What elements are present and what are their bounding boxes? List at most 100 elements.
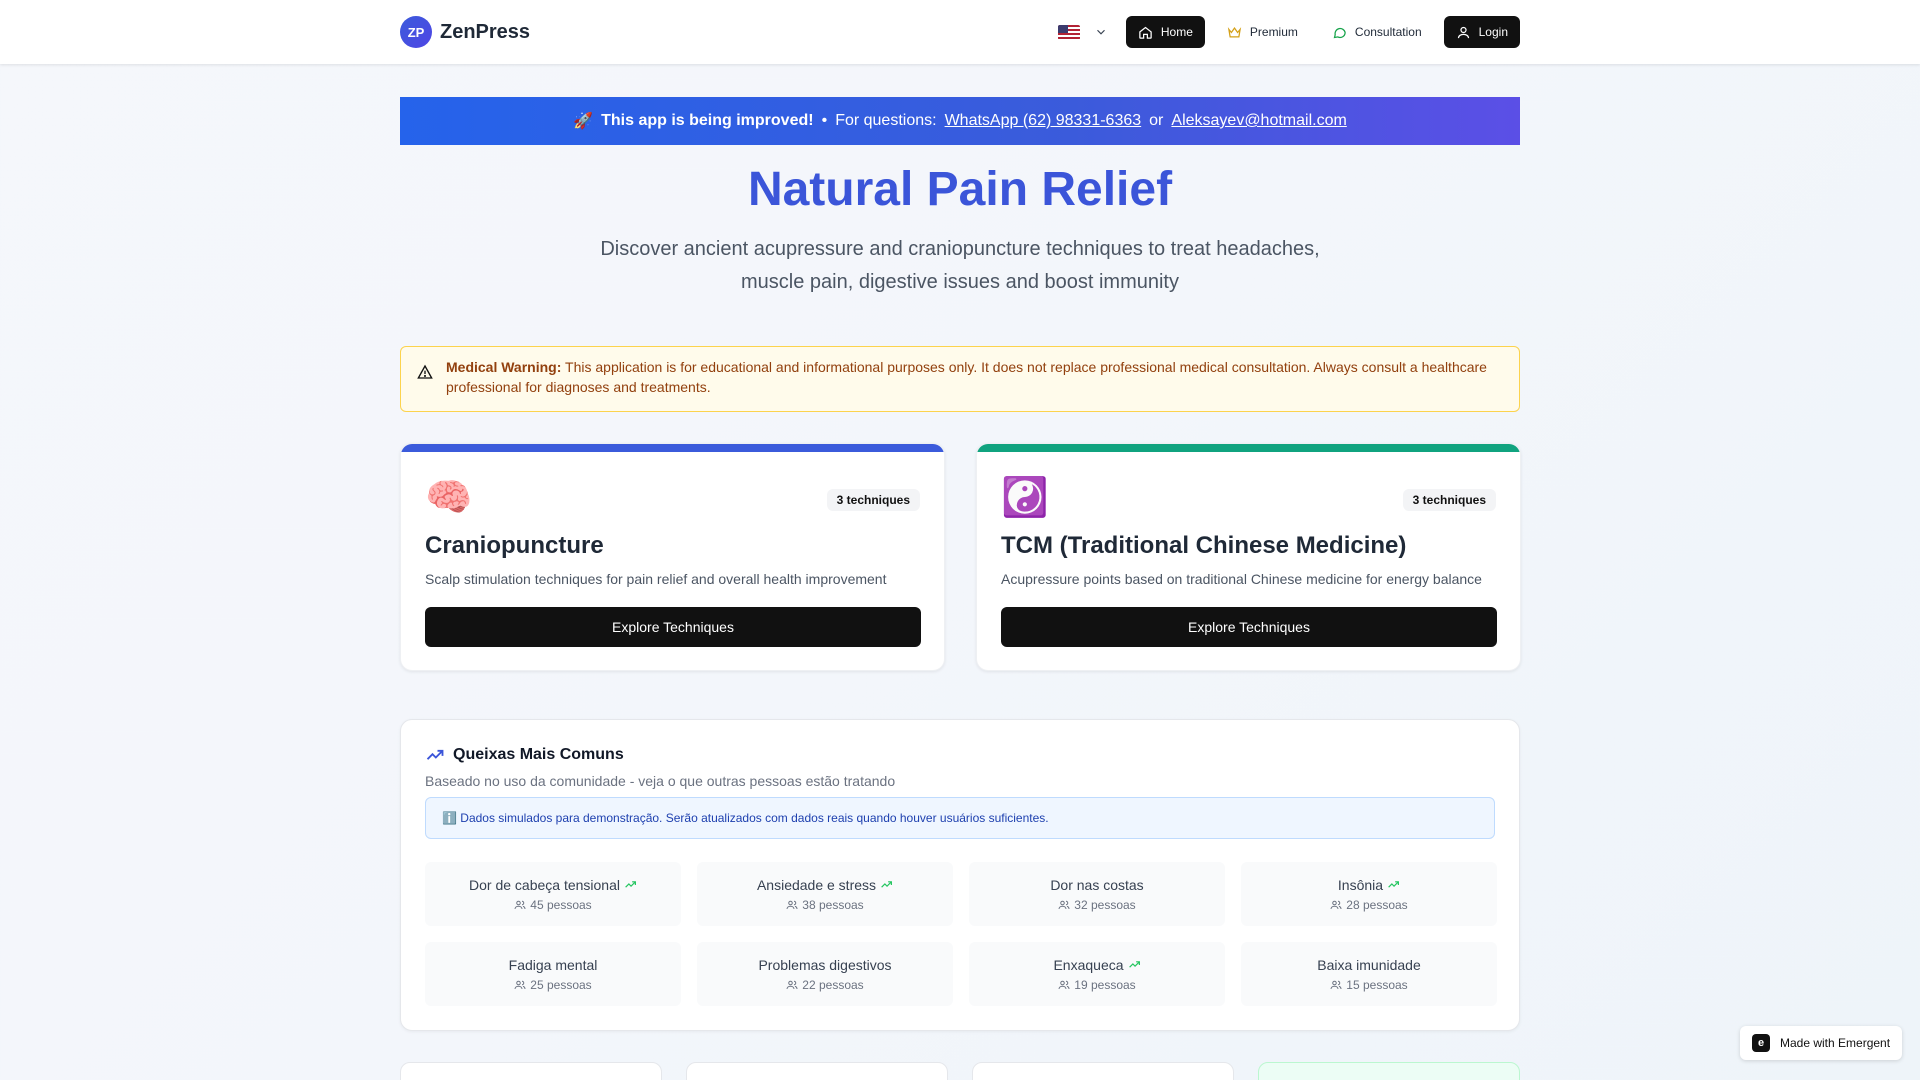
made-with-label: Made with Emergent [1780,1036,1891,1050]
user-icon [1457,26,1469,38]
complaint-name-row: Insônia [1338,877,1400,893]
trending-up-icon [881,881,893,888]
techniques-badge: 3 techniques [826,489,920,511]
email-link[interactable]: Aleksayev@hotmail.com [1171,112,1346,130]
card-accent-strip [401,444,944,452]
chat-icon [1333,27,1346,38]
complaint-name-row: Enxaqueca [1053,957,1140,973]
complaint-count: 22 pessoas [802,977,864,992]
us-flag-icon [1057,24,1080,40]
complaint-name: Fadiga mental [508,956,598,973]
bottom-card [400,1062,662,1080]
premium-button[interactable]: Premium [1215,16,1310,48]
card-title: TCM (Traditional Chinese Medicine) [1001,532,1407,559]
bottom-card [686,1062,948,1080]
card-description: Scalp stimulation techniques for pain re… [425,571,887,587]
announcement-banner: 🚀 This app is being improved! • For ques… [400,97,1520,145]
card-description: Acupressure points based on traditional … [1001,571,1482,587]
complaints-subtitle: Baseado no uso da comunidade - veja o qu… [425,773,896,789]
bottom-card [1258,1062,1520,1080]
complaint-count: 19 pessoas [1074,977,1136,992]
crown-icon [1227,26,1242,37]
brand-logo: ZP [400,16,432,48]
card-title: Craniopuncture [425,532,604,559]
explore-techniques-button[interactable]: Explore Techniques [425,607,921,647]
bottom-card [972,1062,1234,1080]
home-icon [1139,26,1152,39]
users-icon [1058,900,1070,909]
complaint-tile[interactable]: Dor de cabeça tensional 45 pessoas [425,862,681,926]
banner-headline: This app is being improved! [601,112,814,129]
brand[interactable]: ZP ZenPress [400,16,530,48]
complaint-count-row: 28 pessoas [1330,897,1408,912]
complaint-count-row: 45 pessoas [514,897,592,912]
made-with-badge[interactable]: e Made with Emergent [1740,1026,1903,1060]
complaint-tile[interactable]: Dor nas costas 32 pessoas [969,862,1225,926]
yin-yang-icon: ☯️ [1001,477,1049,519]
complaint-tile[interactable]: Enxaqueca 19 pessoas [969,942,1225,1006]
craniopuncture-card: 🧠 3 techniques Craniopuncture Scalp stim… [400,443,945,671]
complaint-name: Enxaqueca [1053,956,1124,973]
banner-bullet: • [821,112,828,129]
complaint-tile[interactable]: Problemas digestivos 22 pessoas [697,942,953,1006]
language-selector[interactable] [1057,24,1108,40]
complaint-count-row: 38 pessoas [786,898,864,912]
complaint-count: 15 pessoas [1346,977,1408,992]
users-icon [1058,980,1070,989]
home-button[interactable]: Home [1125,16,1205,48]
complaint-tile[interactable]: Ansiedade e stress 38 pessoas [697,862,953,926]
nav-menu: Home Premium Consultation Login [1057,16,1520,48]
complaint-name: Dor de cabeça tensional [469,876,620,893]
top-navbar: ZP ZenPress Home Premium Consultation Lo… [0,0,1920,64]
common-complaints-panel: Queixas Mais Comuns Baseado no uso da co… [400,719,1520,1031]
complaint-name-row: Baixa imunidade [1317,957,1421,973]
complaint-tile[interactable]: Baixa imunidade 15 pessoas [1241,942,1497,1006]
complaint-count-row: 25 pessoas [514,977,592,992]
complaint-count-row: 15 pessoas [1330,977,1408,992]
complaint-count-row: 32 pessoas [1058,897,1136,912]
banner-prefix: For questions: [835,112,937,129]
trending-up-icon [625,881,636,888]
card-accent-strip [977,444,1520,452]
brand-name: ZenPress [440,20,531,43]
complaint-name: Baixa imunidade [1317,956,1421,973]
complaint-tile[interactable]: Fadiga mental 25 pessoas [425,942,681,1006]
complaint-name-row: Dor de cabeça tensional [469,877,637,893]
warning-icon [417,364,433,379]
techniques-badge: 3 techniques [1402,489,1496,511]
users-icon [786,900,798,909]
consultation-button[interactable]: Consultation [1320,16,1434,48]
explore-techniques-button[interactable]: Explore Techniques [1001,607,1497,647]
home-label: Home [1160,25,1193,39]
emergent-logo-icon: e [1752,1034,1770,1052]
users-icon [1330,900,1342,909]
banner-or: or [1149,112,1164,129]
complaint-tile[interactable]: Insônia 28 pessoas [1241,862,1497,926]
users-icon [1330,980,1342,989]
complaints-header: Queixas Mais Comuns [425,745,624,765]
complaint-count: 32 pessoas [1074,897,1136,912]
complaint-name: Ansiedade e stress [756,876,877,893]
complaint-count: 28 pessoas [1346,897,1408,912]
chevron-down-icon [1096,29,1105,35]
complaint-name-row: Dor nas costas [1050,877,1143,893]
premium-label: Premium [1249,25,1298,39]
trending-up-icon [1388,881,1400,888]
whatsapp-link[interactable]: WhatsApp (62) 98331-6363 [945,112,1142,130]
rocket-icon: 🚀 [573,113,594,130]
complaint-name-row: Ansiedade e stress [757,877,893,893]
page-subtitle: Discover ancient acupressure and craniop… [600,238,1320,293]
complaint-count-row: 22 pessoas [786,977,864,992]
complaint-name: Problemas digestivos [758,956,892,973]
page-title: Natural Pain Relief [747,163,1173,216]
trending-up-icon [1128,961,1140,968]
complaint-name-row: Fadiga mental [509,957,598,973]
complaint-count: 25 pessoas [530,977,592,992]
login-label: Login [1478,25,1508,39]
users-icon [786,980,798,989]
complaint-count-row: 19 pessoas [1058,977,1136,992]
complaint-count: 45 pessoas [530,897,592,912]
warning-text: This application is for educational and … [446,359,1487,395]
tcm-card: ☯️ 3 techniques TCM (Traditional Chinese… [976,443,1521,671]
login-button[interactable]: Login [1443,16,1520,48]
